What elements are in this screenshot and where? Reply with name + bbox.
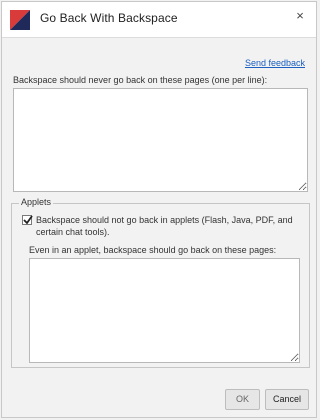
applets-checkbox[interactable] xyxy=(22,215,33,225)
applet-exception-pages-textarea[interactable] xyxy=(29,258,300,363)
never-go-back-label: Backspace should never go back on these … xyxy=(13,75,268,85)
applet-exceptions-label: Even in an applet, backspace should go b… xyxy=(29,245,277,255)
never-go-back-pages-textarea[interactable] xyxy=(13,88,308,192)
ok-button[interactable]: OK xyxy=(225,389,260,410)
cancel-button[interactable]: Cancel xyxy=(265,389,309,410)
dialog-title: Go Back With Backspace xyxy=(40,11,178,25)
send-feedback-link[interactable]: Send feedback xyxy=(245,58,305,68)
dialog-titlebar: Go Back With Backspace × xyxy=(2,2,316,38)
applets-legend: Applets xyxy=(19,197,54,207)
extension-options-dialog: Go Back With Backspace × Send feedback B… xyxy=(1,1,317,418)
close-icon[interactable]: × xyxy=(292,8,308,24)
checkmark-icon xyxy=(23,215,33,225)
backspace-extension-logo-icon xyxy=(10,10,30,30)
applets-checkbox-label: Backspace should not go back in applets … xyxy=(36,215,293,237)
